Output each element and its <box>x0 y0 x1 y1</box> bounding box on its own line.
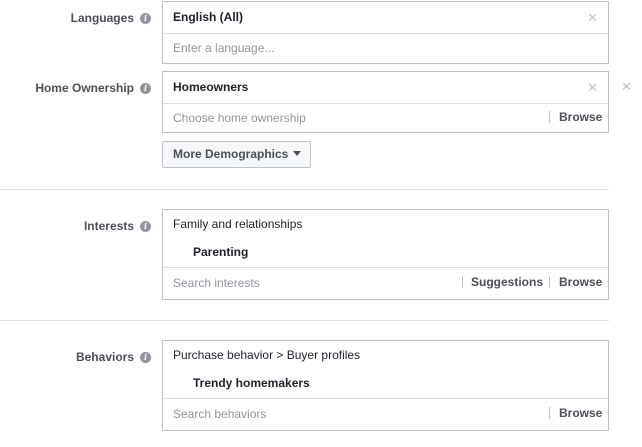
home-ownership-label: Home Ownership <box>35 81 134 95</box>
languages-label: Languages <box>70 11 134 25</box>
close-icon[interactable]: ✕ <box>621 80 632 93</box>
chevron-down-icon <box>293 151 302 156</box>
behaviors-input[interactable]: Search behaviors <box>173 407 266 421</box>
browse-button[interactable]: Browse <box>559 275 602 289</box>
close-icon[interactable]: ✕ <box>587 81 598 94</box>
field-divider <box>163 267 608 268</box>
behaviors-label: Behaviors <box>75 350 134 364</box>
field-divider <box>163 33 608 34</box>
suggestions-button[interactable]: Suggestions <box>471 275 543 289</box>
section-divider <box>0 320 609 321</box>
interests-category: Family and relationships <box>173 217 303 231</box>
interests-selected-item: Parenting <box>193 245 249 259</box>
behaviors-field[interactable]: Purchase behavior > Buyer profiles Trend… <box>162 340 609 431</box>
behaviors-selected-item: Trendy homemakers <box>193 376 310 390</box>
interests-label: Interests <box>83 219 134 233</box>
languages-selected-value: English (All) <box>173 10 243 24</box>
more-demographics-label: More Demographics <box>173 147 289 161</box>
separator <box>549 276 550 288</box>
browse-button[interactable]: Browse <box>559 110 602 124</box>
languages-input[interactable]: Enter a language... <box>173 41 274 55</box>
behaviors-category: Purchase behavior > Buyer profiles <box>173 348 361 362</box>
interests-input[interactable]: Search interests <box>173 276 260 290</box>
more-demographics-button[interactable]: More Demographics <box>162 141 311 168</box>
info-icon[interactable]: i <box>140 352 151 363</box>
info-icon[interactable]: i <box>140 221 151 232</box>
info-icon[interactable]: i <box>140 13 151 24</box>
interests-field[interactable]: Family and relationships Parenting Searc… <box>162 209 609 300</box>
close-icon[interactable]: ✕ <box>587 11 598 24</box>
separator <box>462 276 463 288</box>
home-ownership-selected-value: Homeowners <box>173 80 249 94</box>
field-divider <box>163 398 608 399</box>
home-ownership-input[interactable]: Choose home ownership <box>173 111 306 125</box>
separator <box>549 111 550 123</box>
browse-button[interactable]: Browse <box>559 406 602 420</box>
info-icon[interactable]: i <box>140 83 151 94</box>
section-divider <box>0 189 609 190</box>
languages-field[interactable]: English (All) ✕ Enter a language... <box>162 1 609 64</box>
separator <box>549 407 550 419</box>
home-ownership-field[interactable]: Homeowners ✕ Choose home ownership Brows… <box>162 71 609 133</box>
field-divider <box>163 103 608 104</box>
